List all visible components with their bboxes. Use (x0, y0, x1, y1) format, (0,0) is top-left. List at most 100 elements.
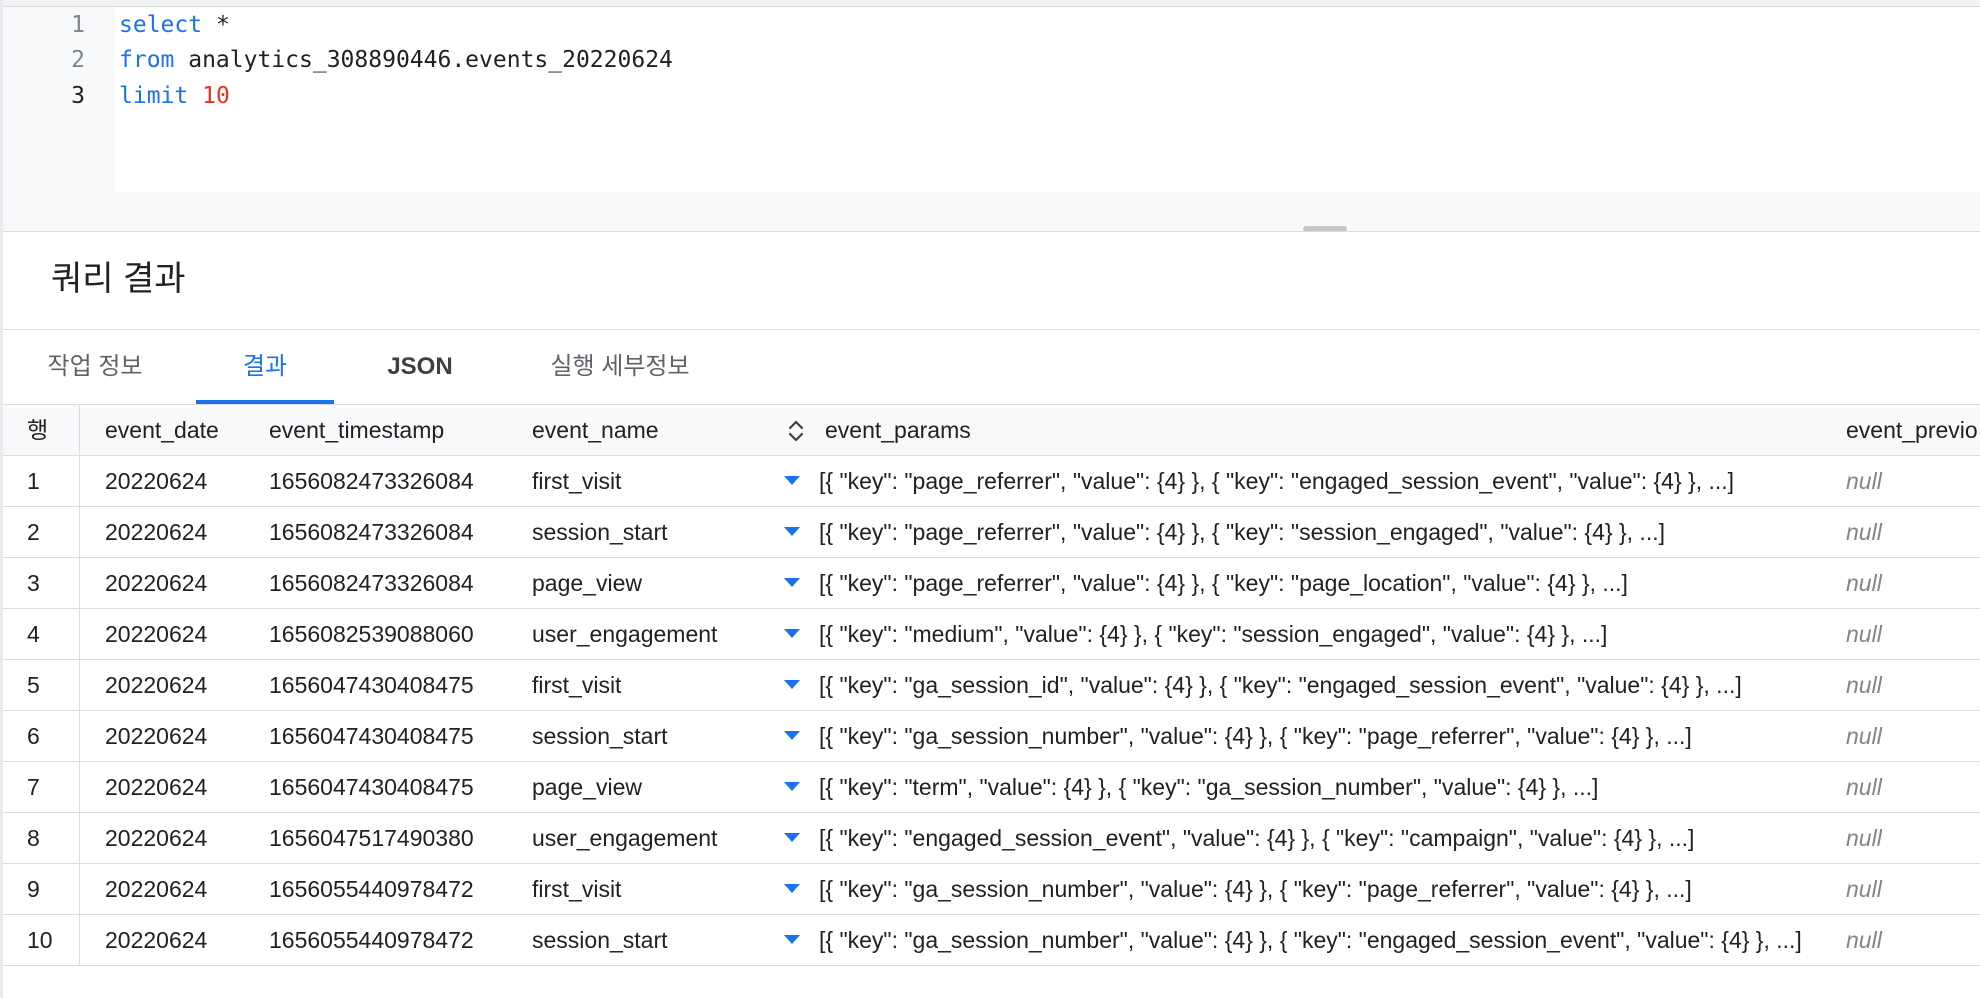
cell-event-params[interactable]: [{ "key": "page_referrer", "value": {4} … (819, 456, 1819, 506)
row-number: 5 (27, 672, 40, 698)
header-event-params[interactable]: event_params (825, 405, 1825, 455)
header-event-name[interactable]: event_name (532, 405, 772, 455)
cell-event-date[interactable]: 20220624 (105, 507, 255, 557)
cell-event-name[interactable]: session_start (532, 915, 772, 965)
cell-event-params[interactable]: [{ "key": "page_referrer", "value": {4} … (819, 507, 1819, 557)
row-number-divider (79, 507, 80, 558)
cell-event-timestamp[interactable]: 1656047517490380 (269, 813, 509, 863)
tab-job-info[interactable]: 작업 정보 (40, 330, 150, 404)
cell-event-name[interactable]: session_start (532, 507, 772, 557)
cell-event-previous[interactable]: null (1846, 507, 1980, 557)
cell-event-params[interactable]: [{ "key": "ga_session_number", "value": … (819, 915, 1819, 965)
cell-event-previous[interactable]: null (1846, 660, 1980, 710)
cell-event-timestamp[interactable]: 1656047430408475 (269, 762, 509, 812)
expand-params-button[interactable] (780, 558, 810, 608)
expand-params-button[interactable] (780, 609, 810, 659)
cell-event-name[interactable]: user_engagement (532, 609, 772, 659)
expand-params-button[interactable] (780, 660, 810, 710)
cell-event-name[interactable]: page_view (532, 558, 772, 608)
cell-event-timestamp[interactable]: 1656047430408475 (269, 660, 509, 710)
cell-event-date[interactable]: 20220624 (105, 915, 255, 965)
cell-event-timestamp[interactable]: 1656082473326084 (269, 507, 509, 557)
expand-params-button[interactable] (780, 711, 810, 761)
table-header-row: 행 event_date event_timestamp event_name … (3, 405, 1980, 456)
cell-event-name[interactable]: session_start (532, 711, 772, 761)
cell-event-params[interactable]: [{ "key": "term", "value": {4} }, { "key… (819, 762, 1819, 812)
sql-number-literal: 10 (202, 83, 230, 109)
row-number-divider (79, 813, 80, 864)
cell-event-params[interactable]: [{ "key": "engaged_session_event", "valu… (819, 813, 1819, 863)
expand-params-button[interactable] (780, 813, 810, 863)
cell-event-params[interactable]: [{ "key": "medium", "value": {4} }, { "k… (819, 609, 1819, 659)
cell-event-name[interactable]: user_engagement (532, 813, 772, 863)
expand-params-button[interactable] (780, 507, 810, 557)
code-text-area[interactable] (115, 7, 1980, 192)
cell-event-params[interactable]: [{ "key": "ga_session_id", "value": {4} … (819, 660, 1819, 710)
arrow-drop-down-icon (784, 884, 800, 893)
cell-event-previous[interactable]: null (1846, 813, 1980, 863)
table-row[interactable]: 4 20220624 1656082539088060 user_engagement… (3, 609, 1980, 660)
cell-event-timestamp[interactable]: 1656055440978472 (269, 864, 509, 914)
tab-json[interactable]: JSON (375, 330, 465, 404)
expand-params-button[interactable] (780, 915, 810, 965)
table-row[interactable]: 6 20220624 1656047430408475 session_start [{… (3, 711, 1980, 762)
cell-event-params[interactable]: [{ "key": "ga_session_number", "value": … (819, 864, 1819, 914)
cell-event-date[interactable]: 20220624 (105, 711, 255, 761)
table-row[interactable]: 5 20220624 1656047430408475 first_visit [{ "… (3, 660, 1980, 711)
cell-event-timestamp[interactable]: 1656082473326084 (269, 558, 509, 608)
header-event-date[interactable]: event_date (105, 405, 255, 455)
table-row[interactable]: 8 20220624 1656047517490380 user_engagement… (3, 813, 1980, 864)
cell-event-previous[interactable]: null (1846, 915, 1980, 965)
tab-execution-details[interactable]: 실행 세부정보 (540, 330, 700, 404)
table-row[interactable]: 3 20220624 1656082473326084 page_view [{ "ke… (3, 558, 1980, 609)
header-row-number: 행 (27, 417, 49, 443)
column-sort-button[interactable] (781, 405, 811, 455)
cell-event-name[interactable]: first_visit (532, 864, 772, 914)
cell-event-params[interactable]: [{ "key": "ga_session_number", "value": … (819, 711, 1819, 761)
expand-params-button[interactable] (780, 864, 810, 914)
cell-event-date[interactable]: 20220624 (105, 660, 255, 710)
cell-event-previous[interactable]: null (1846, 864, 1980, 914)
cell-event-date[interactable]: 20220624 (105, 864, 255, 914)
cell-event-date[interactable]: 20220624 (105, 609, 255, 659)
sql-editor[interactable]: 1 2 3 select * from analytics_308890446.… (3, 7, 1980, 232)
arrow-drop-down-icon (784, 833, 800, 842)
cell-event-timestamp[interactable]: 1656055440978472 (269, 915, 509, 965)
code-line[interactable]: limit 10 (119, 78, 230, 114)
code-line[interactable]: select * (119, 7, 230, 43)
cell-event-date[interactable]: 20220624 (105, 558, 255, 608)
expand-params-button[interactable] (780, 456, 810, 506)
table-row[interactable]: 1 20220624 1656082473326084 first_visit [{ "… (3, 456, 1980, 507)
cell-event-previous[interactable]: null (1846, 711, 1980, 761)
row-number: 7 (27, 774, 40, 800)
cell-event-date[interactable]: 20220624 (105, 456, 255, 506)
arrow-drop-down-icon (784, 935, 800, 944)
results-table: 행 event_date event_timestamp event_name … (3, 405, 1980, 966)
row-number-divider (79, 915, 80, 966)
table-row[interactable]: 7 20220624 1656047430408475 page_view [{ "ke… (3, 762, 1980, 813)
cell-event-timestamp[interactable]: 1656047430408475 (269, 711, 509, 761)
cell-event-previous[interactable]: null (1846, 762, 1980, 812)
row-number-divider (79, 864, 80, 915)
cell-event-date[interactable]: 20220624 (105, 813, 255, 863)
cell-event-previous[interactable]: null (1846, 609, 1980, 659)
cell-event-name[interactable]: page_view (532, 762, 772, 812)
expand-params-button[interactable] (780, 762, 810, 812)
cell-event-date[interactable]: 20220624 (105, 762, 255, 812)
bigquery-query-workspace: 1 2 3 select * from analytics_308890446.… (0, 0, 1980, 998)
table-row[interactable]: 10 20220624 1656055440978472 session_start [… (3, 915, 1980, 966)
tab-results[interactable]: 결과 (196, 330, 334, 404)
cell-event-name[interactable]: first_visit (532, 660, 772, 710)
cell-event-previous[interactable]: null (1846, 456, 1980, 506)
table-row[interactable]: 9 20220624 1656055440978472 first_visit [{ "… (3, 864, 1980, 915)
cell-event-params[interactable]: [{ "key": "page_referrer", "value": {4} … (819, 558, 1819, 608)
cell-event-timestamp[interactable]: 1656082539088060 (269, 609, 509, 659)
header-event-timestamp[interactable]: event_timestamp (269, 405, 509, 455)
cell-event-name[interactable]: first_visit (532, 456, 772, 506)
table-row[interactable]: 2 20220624 1656082473326084 session_start [{… (3, 507, 1980, 558)
cell-event-previous[interactable]: null (1846, 558, 1980, 608)
code-line[interactable]: from analytics_308890446.events_20220624 (119, 42, 673, 78)
cell-event-timestamp[interactable]: 1656082473326084 (269, 456, 509, 506)
header-event-previous[interactable]: event_previo (1846, 405, 1980, 455)
table-body: 1 20220624 1656082473326084 first_visit [{ "… (3, 456, 1980, 966)
